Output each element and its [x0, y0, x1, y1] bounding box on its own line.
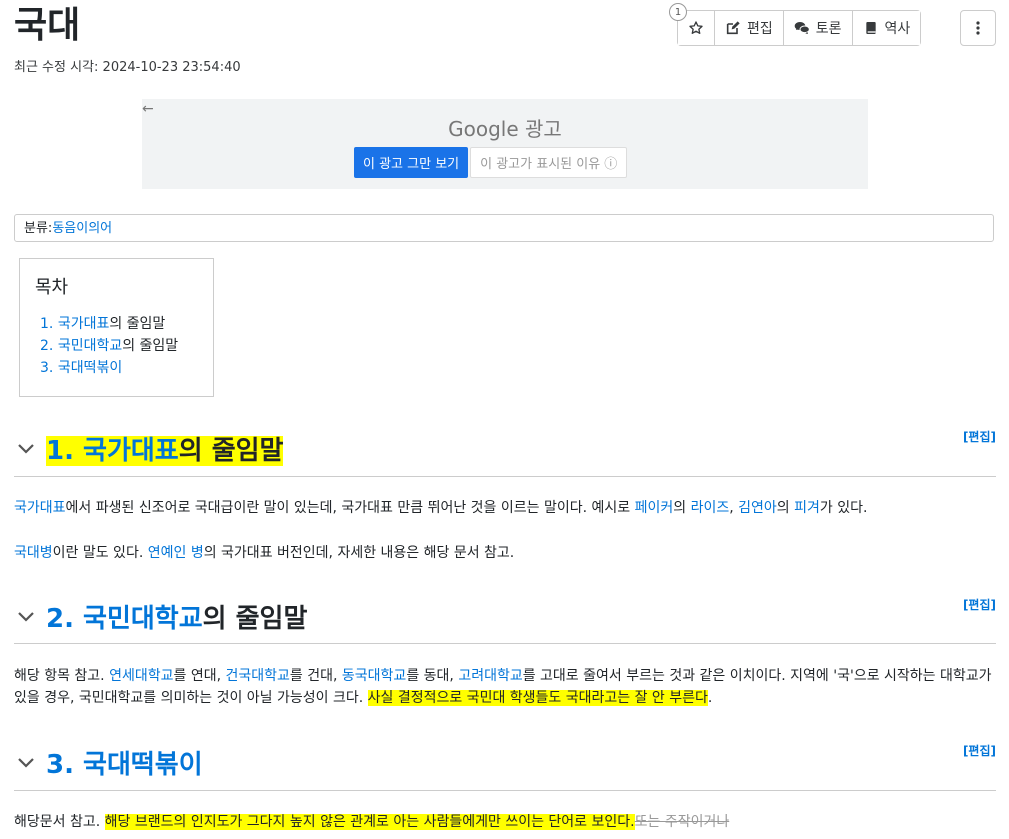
paragraph: 해당 항목 참고. 연세대학교를 연대, 건국대학교를 건대, 동국대학교를 동… [14, 665, 996, 709]
pencil-square-icon [726, 21, 740, 35]
section-title: 1. 국가대표의 줄임말 [46, 430, 284, 467]
section-title-text: 의 줄임말 [178, 435, 284, 466]
history-label: 역사 [884, 21, 911, 37]
link-kim-yuna[interactable]: 김연아 [738, 500, 777, 516]
text: 해당문서 참고. [14, 814, 105, 830]
last-modified: 최근 수정 시각: 2024-10-23 23:54:40 [14, 56, 241, 75]
toc-item-text: 의 줄임말 [122, 338, 179, 354]
book-icon [865, 22, 876, 34]
section-heading-3: 3. 국대떡볶이 [편집] [14, 742, 996, 791]
category-link[interactable]: 동음이의어 [52, 221, 112, 236]
ad-banner: ← Google 광고 이 광고 그만 보기 이 광고가 표시된 이유 ⓘ [142, 99, 868, 189]
discuss-label: 토론 [815, 21, 842, 37]
strikethrough-text: 또는 주작이거나 [634, 814, 730, 830]
link-yonsei[interactable]: 연세대학교 [109, 668, 173, 684]
link-korea-univ[interactable]: 고려대학교 [458, 668, 522, 684]
link-national-team[interactable]: 국가대표 [14, 500, 66, 516]
text: 의 [673, 500, 691, 516]
link-konkuk[interactable]: 건국대학교 [226, 668, 290, 684]
table-of-contents: 목차 1. 국가대표의 줄임말 2. 국민대학교의 줄임말 3. 국대떡볶이 [19, 258, 214, 397]
section-number[interactable]: 3. [46, 750, 74, 780]
more-menu-button[interactable] [960, 10, 996, 46]
ad-label: 광고 [525, 117, 562, 141]
section-heading-2: 2. 국민대학교의 줄임말 [편집] [14, 596, 996, 644]
page-title: 국대 [14, 5, 81, 46]
toc-item-number[interactable]: 2. [40, 338, 53, 354]
toc-item-number[interactable]: 1. [40, 316, 53, 332]
paragraph: 국대병이란 말도 있다. 연예인 병의 국가대표 버전인데, 자세한 내용은 해… [14, 542, 996, 564]
section-title: 3. 국대떡볶이 [46, 744, 203, 781]
toc-item-number[interactable]: 3. [40, 360, 53, 376]
section-edit-link[interactable]: [편집] [963, 742, 996, 759]
toc-item-link[interactable]: 국대떡볶이 [58, 360, 122, 376]
last-modified-label: 최근 수정 시각: [14, 60, 99, 75]
text: 를 건대, [289, 668, 342, 684]
star-icon [689, 21, 703, 34]
text: 해당 항목 참고. [14, 668, 110, 684]
section-title-text: 의 줄임말 [202, 603, 308, 634]
link-gukdae-byeong[interactable]: 국대병 [14, 545, 53, 561]
link-celebrity-disease[interactable]: 연예인 병 [148, 545, 204, 561]
section-number[interactable]: 1. [46, 436, 74, 466]
toc-title: 목차 [35, 277, 69, 298]
section-link[interactable]: 국가대표 [83, 436, 179, 466]
section-edit-link[interactable]: [편집] [963, 596, 996, 613]
category-box: 분류:동음이의어 [14, 214, 994, 242]
text: 를 동대, [406, 668, 459, 684]
link-faker[interactable]: 페이커 [635, 500, 674, 516]
category-label: 분류: [24, 221, 53, 236]
section-link[interactable]: 국민대학교 [83, 604, 203, 634]
edit-label: 편집 [747, 21, 773, 37]
toc-item: 3. 국대떡볶이 [35, 357, 213, 379]
discuss-button[interactable]: 토론 [783, 11, 853, 45]
link-figure[interactable]: 피겨 [794, 500, 820, 516]
why-ad-button[interactable]: 이 광고가 표시된 이유 ⓘ [470, 147, 628, 178]
comments-icon [794, 22, 810, 34]
chevron-down-icon[interactable] [14, 436, 38, 460]
paragraph: 해당문서 참고. 해당 브랜드의 인지도가 그다지 높지 않은 관계로 아는 사… [14, 811, 996, 833]
toc-item-link[interactable]: 국가대표 [58, 316, 110, 332]
section-link[interactable]: 국대떡볶이 [83, 750, 203, 780]
section-edit-link[interactable]: [편집] [963, 428, 996, 445]
text: 의 국가대표 버전인데, 자세한 내용은 해당 문서 참고. [203, 545, 515, 561]
link-dongguk[interactable]: 동국대학교 [342, 668, 406, 684]
history-button[interactable]: 역사 [852, 11, 921, 45]
text: , [729, 500, 739, 516]
document-toolbar: 편집 토론 역사 [677, 10, 922, 46]
toc-item-text: 의 줄임말 [109, 316, 166, 332]
section-title: 2. 국민대학교의 줄임말 [46, 598, 307, 635]
stop-ad-button[interactable]: 이 광고 그만 보기 [354, 147, 469, 178]
paragraph: 국가대표에서 파생된 신조어로 국대급이란 말이 있는데, 국가대표 만큼 뛰어… [14, 497, 996, 519]
toc-item-link[interactable]: 국민대학교 [58, 338, 122, 354]
vertical-ellipsis-icon [976, 21, 980, 35]
star-count-badge: 1 [669, 3, 687, 21]
edit-button[interactable]: 편집 [715, 11, 784, 45]
link-rise[interactable]: 라이즈 [691, 500, 730, 516]
text: . [707, 690, 713, 706]
highlighted-text: 해당 브랜드의 인지도가 그다지 높지 않은 관계로 아는 사람들에게만 쓰이는… [104, 814, 635, 830]
text: 를 연대, [173, 668, 226, 684]
text: 의 [776, 500, 795, 516]
text: 에서 파생된 신조어로 국대급이란 말이 있는데, 국가대표 만큼 뛰어난 것을… [65, 500, 635, 516]
section-number[interactable]: 2. [46, 604, 74, 634]
ad-logo: Google 광고 [142, 113, 868, 142]
text: 이란 말도 있다. [52, 545, 148, 561]
highlighted-text: 사실 결정적으로 국민대 학생들도 국대라고는 잘 안 부른다 [367, 690, 708, 706]
chevron-down-icon[interactable] [14, 604, 38, 628]
toc-item: 1. 국가대표의 줄임말 [35, 313, 213, 335]
text: 가 있다. [819, 500, 868, 516]
google-logo-text: Google [448, 117, 519, 141]
section-heading-1: 1. 국가대표의 줄임말 [편집] [14, 428, 996, 477]
toc-item: 2. 국민대학교의 줄임말 [35, 335, 213, 357]
last-modified-time: 2024-10-23 23:54:40 [102, 60, 241, 75]
chevron-down-icon[interactable] [14, 750, 38, 774]
